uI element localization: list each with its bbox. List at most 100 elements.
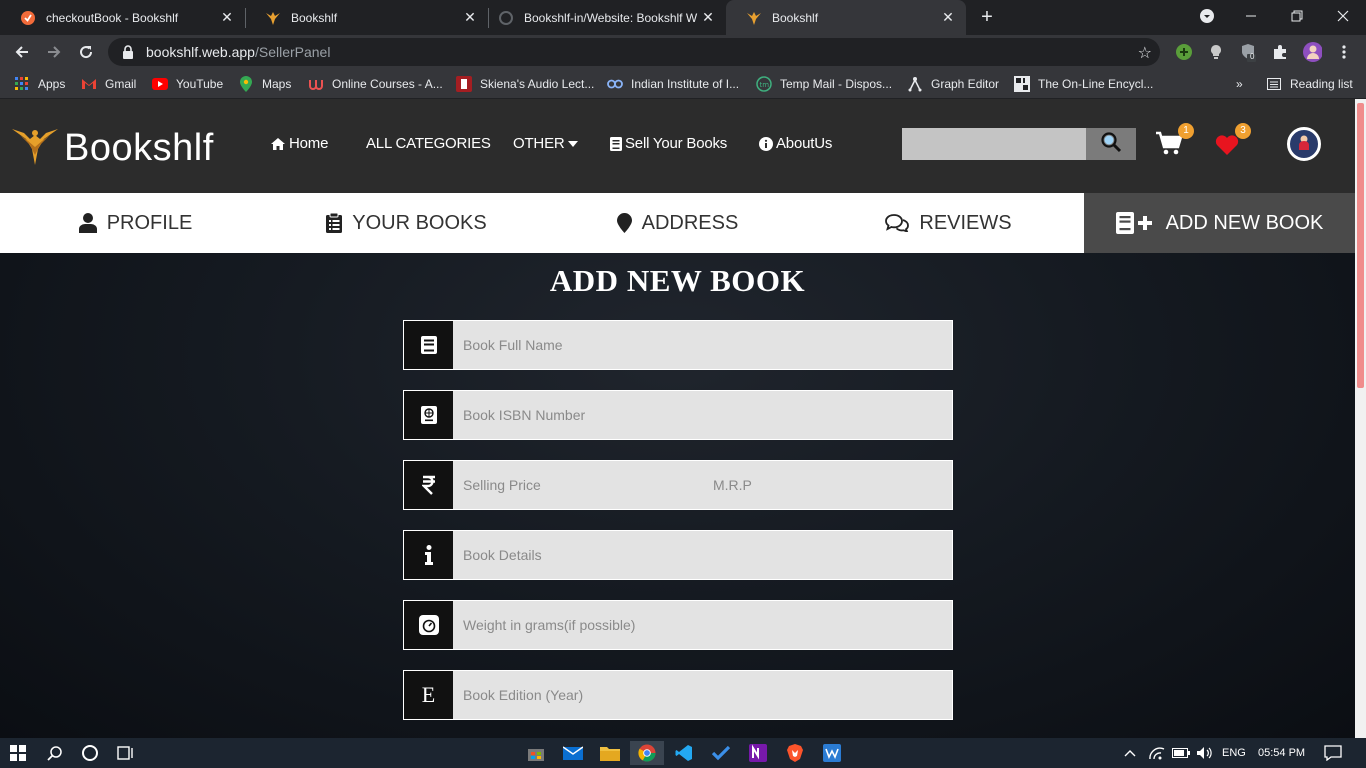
search-button[interactable] bbox=[1086, 128, 1136, 160]
browser-tab-strip: checkoutBook - Bookshlf ✕ Bookshlf ✕ Boo… bbox=[0, 0, 1366, 35]
nav-about-us[interactable]: AboutUs bbox=[759, 135, 832, 152]
chrome-menu-icon[interactable] bbox=[1334, 42, 1354, 62]
search-input[interactable] bbox=[902, 128, 1086, 160]
bookmark-maps[interactable]: Maps bbox=[238, 69, 291, 99]
close-icon[interactable]: ✕ bbox=[219, 9, 235, 26]
edition-e-icon: E bbox=[404, 671, 453, 719]
windows-start-icon[interactable] bbox=[6, 741, 30, 765]
minimize-button[interactable] bbox=[1228, 0, 1274, 32]
user-avatar[interactable] bbox=[1287, 127, 1321, 161]
tab-profile[interactable]: PROFILE bbox=[0, 193, 271, 253]
browser-tab-bookshlf-active[interactable]: Bookshlf ✕ bbox=[726, 0, 966, 35]
extension-green-icon[interactable] bbox=[1174, 42, 1194, 62]
browser-tab-checkout[interactable]: checkoutBook - Bookshlf ✕ bbox=[0, 0, 245, 35]
tray-chevron-up-icon[interactable] bbox=[1124, 738, 1136, 768]
address-bar[interactable]: bookshlf.web.app/SellerPanel ☆ bbox=[108, 38, 1160, 66]
tab-address[interactable]: ADDRESS bbox=[542, 193, 813, 253]
caret-down-icon bbox=[567, 140, 578, 147]
wishlist-button[interactable]: 3 bbox=[1215, 123, 1251, 160]
site-logo[interactable]: Bookshlf bbox=[12, 125, 214, 172]
chevron-down-icon bbox=[1200, 9, 1214, 23]
url-host: bookshlf.web.app bbox=[146, 44, 255, 60]
bookmark-tempmail[interactable]: tm Temp Mail - Dispos... bbox=[756, 69, 892, 99]
browser-tab-github[interactable]: Bookshlf-in/Website: Bookshlf W ✕ bbox=[478, 0, 726, 35]
extensions-puzzle-icon[interactable] bbox=[1270, 42, 1290, 62]
book-details-input[interactable] bbox=[453, 531, 952, 579]
bookmark-graph-editor[interactable]: Graph Editor bbox=[907, 69, 999, 99]
tab-search-button[interactable] bbox=[1184, 0, 1230, 32]
back-button[interactable] bbox=[10, 40, 34, 64]
extension-bulb-icon[interactable] bbox=[1206, 42, 1226, 62]
clock[interactable]: 05:54 PM bbox=[1258, 738, 1305, 768]
chrome-taskbar-icon[interactable] bbox=[630, 741, 664, 765]
todo-icon[interactable] bbox=[709, 741, 733, 765]
close-icon[interactable]: ✕ bbox=[700, 9, 716, 26]
close-icon[interactable]: ✕ bbox=[462, 9, 478, 26]
book-weight-input[interactable] bbox=[453, 601, 952, 649]
new-tab-button[interactable]: + bbox=[976, 5, 998, 29]
forward-button[interactable] bbox=[42, 40, 66, 64]
vscode-icon[interactable] bbox=[672, 741, 696, 765]
svg-text:tm: tm bbox=[760, 81, 770, 89]
bookmark-label: Online Courses - A... bbox=[332, 77, 443, 91]
extension-badge: 0 bbox=[1250, 52, 1255, 61]
store-icon[interactable] bbox=[524, 741, 548, 765]
mail-icon[interactable] bbox=[561, 741, 585, 765]
file-explorer-icon[interactable] bbox=[598, 741, 622, 765]
browser-tab-bookshlf-1[interactable]: Bookshlf ✕ bbox=[245, 0, 488, 35]
nav-sell-your-books[interactable]: Sell Your Books bbox=[610, 135, 727, 152]
language-indicator[interactable]: ENG bbox=[1222, 738, 1246, 768]
bookmark-skiena[interactable]: Skiena's Audio Lect... bbox=[456, 69, 594, 99]
bookmark-oeis[interactable]: The On-Line Encycl... bbox=[1014, 69, 1153, 99]
tab-label: PROFILE bbox=[106, 211, 193, 234]
bookmark-apps[interactable]: Apps bbox=[14, 69, 65, 99]
onenote-icon[interactable] bbox=[746, 741, 770, 765]
nav-other-dropdown[interactable]: OTHER bbox=[513, 135, 581, 152]
tab-add-new-book[interactable]: ADD NEW BOOK bbox=[1084, 193, 1355, 253]
cart-button[interactable]: 1 bbox=[1156, 123, 1194, 160]
cart-icon bbox=[1156, 131, 1183, 159]
more-bookmarks-button[interactable]: » bbox=[1236, 69, 1243, 99]
writer-app-icon[interactable] bbox=[820, 741, 844, 765]
extension-shield-icon[interactable]: 0 bbox=[1238, 42, 1258, 62]
close-window-button[interactable] bbox=[1320, 0, 1366, 32]
tab-your-books[interactable]: YOUR BOOKS bbox=[271, 193, 542, 253]
reading-list-button[interactable]: Reading list bbox=[1266, 69, 1353, 99]
book-isbn-input[interactable] bbox=[453, 391, 952, 439]
scrollbar-thumb[interactable] bbox=[1357, 103, 1364, 388]
profile-avatar-icon[interactable] bbox=[1302, 42, 1322, 62]
user-avatar-icon bbox=[1296, 133, 1312, 156]
volume-icon[interactable] bbox=[1196, 738, 1214, 768]
bookmark-online-courses[interactable]: Online Courses - A... bbox=[308, 69, 443, 99]
nav-all-categories[interactable]: ALL CATEGORIES bbox=[366, 135, 491, 152]
book-edition-input[interactable] bbox=[453, 671, 952, 719]
passport-icon bbox=[404, 391, 453, 439]
search-icon[interactable] bbox=[43, 741, 67, 765]
notifications-icon[interactable] bbox=[1324, 738, 1342, 768]
restore-button[interactable] bbox=[1274, 0, 1320, 32]
weight-scale-icon bbox=[404, 601, 453, 649]
close-icon[interactable]: ✕ bbox=[940, 9, 956, 26]
book-edition-field: E bbox=[403, 670, 953, 720]
nav-label: Home bbox=[289, 135, 329, 152]
tab-reviews[interactable]: REVIEWS bbox=[813, 193, 1084, 253]
bookmark-youtube[interactable]: YouTube bbox=[152, 69, 223, 99]
book-name-field bbox=[403, 320, 953, 370]
arrow-right-icon bbox=[48, 46, 61, 58]
selling-price-input[interactable] bbox=[453, 461, 703, 509]
page-content: Bookshlf Home ALL CATEGORIES OTHER Sell … bbox=[0, 99, 1355, 738]
task-view-icon[interactable] bbox=[114, 741, 138, 765]
wifi-icon[interactable] bbox=[1148, 738, 1166, 768]
battery-icon[interactable] bbox=[1172, 738, 1190, 768]
mrp-input[interactable] bbox=[703, 461, 952, 509]
bookmark-star-icon[interactable]: ☆ bbox=[1138, 43, 1152, 63]
bookmark-iiit[interactable]: Indian Institute of I... bbox=[607, 69, 739, 99]
brave-icon[interactable] bbox=[783, 741, 807, 765]
book-name-input[interactable] bbox=[453, 321, 952, 369]
page-scrollbar[interactable] bbox=[1355, 99, 1366, 738]
url-text: bookshlf.web.app/SellerPanel bbox=[146, 44, 330, 60]
reload-button[interactable] bbox=[74, 40, 98, 64]
bookmark-gmail[interactable]: Gmail bbox=[81, 69, 136, 99]
cortana-icon[interactable] bbox=[78, 741, 102, 765]
nav-home[interactable]: Home bbox=[270, 135, 328, 152]
